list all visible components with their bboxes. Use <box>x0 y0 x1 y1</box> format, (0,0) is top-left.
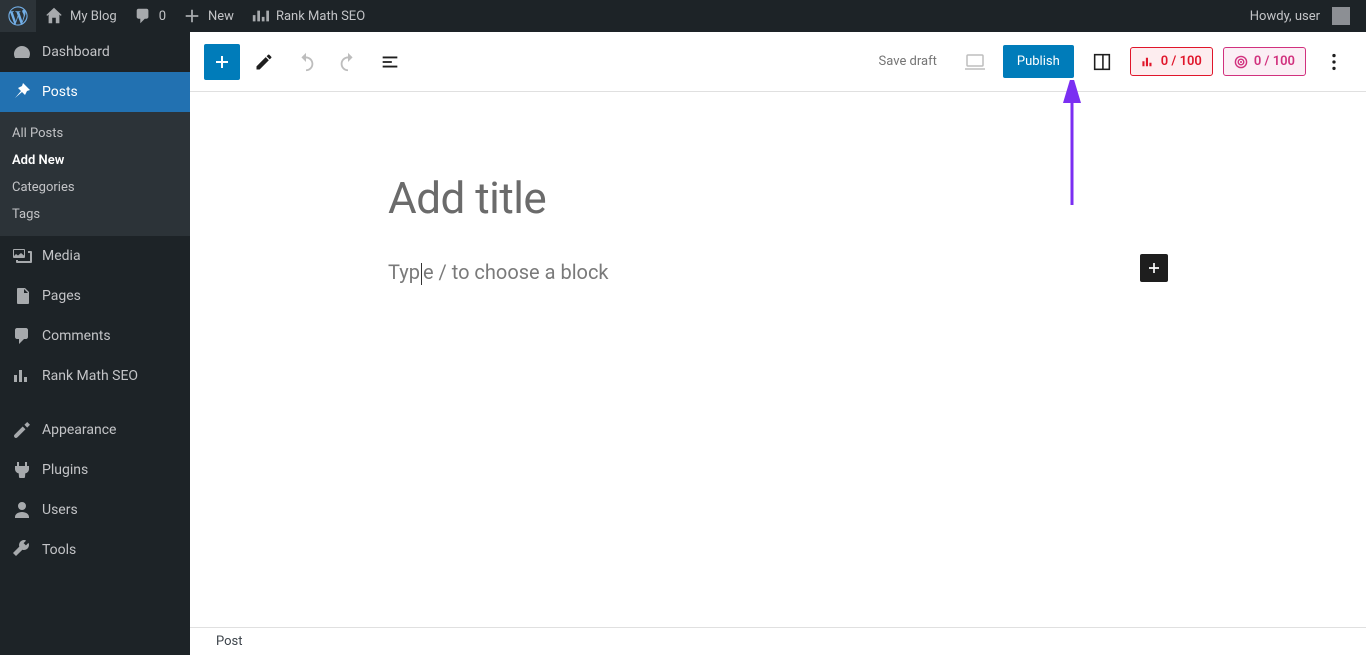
admin-bar: My Blog 0 New Rank Math SEO Howdy, user <box>0 0 1366 32</box>
chart-icon <box>250 6 270 26</box>
user-icon <box>12 500 32 520</box>
menu-tools[interactable]: Tools <box>0 530 190 570</box>
menu-appearance[interactable]: Appearance <box>0 410 190 450</box>
redo-button[interactable] <box>330 44 366 80</box>
ai-target-icon <box>1234 55 1248 69</box>
comments-icon <box>12 326 32 346</box>
content-ai-badge[interactable]: 0 / 100 <box>1223 47 1306 76</box>
sub-tags[interactable]: Tags <box>0 201 190 228</box>
seo-score-text: 0 / 100 <box>1161 54 1202 69</box>
plug-icon <box>12 460 32 480</box>
menu-appearance-label: Appearance <box>42 422 116 438</box>
sub-all-posts[interactable]: All Posts <box>0 120 190 147</box>
menu-comments-label: Comments <box>42 328 111 344</box>
post-title-input[interactable]: Add title <box>388 172 1168 224</box>
block-inserter-button[interactable] <box>204 44 240 80</box>
document-overview-button[interactable] <box>372 44 408 80</box>
brush-icon <box>12 420 32 440</box>
menu-plugins[interactable]: Plugins <box>0 450 190 490</box>
comments-count: 0 <box>159 9 166 24</box>
sub-categories[interactable]: Categories <box>0 174 190 201</box>
breadcrumb-text: Post <box>216 634 243 649</box>
avatar <box>1332 7 1350 25</box>
publish-button[interactable]: Publish <box>1003 45 1074 78</box>
menu-posts[interactable]: Posts <box>0 72 190 112</box>
rankmath-icon <box>12 366 32 386</box>
comments-link[interactable]: 0 <box>125 0 174 32</box>
body-text-suffix: e / to choose a block <box>423 260 609 284</box>
menu-tools-label: Tools <box>42 542 76 558</box>
sub-add-new[interactable]: Add New <box>0 147 190 174</box>
menu-plugins-label: Plugins <box>42 462 88 478</box>
block-placeholder[interactable]: Type / to choose a block <box>388 260 1168 285</box>
editor-canvas[interactable]: Add title Type / to choose a block <box>190 92 1366 655</box>
menu-media[interactable]: Media <box>0 236 190 276</box>
menu-posts-label: Posts <box>42 84 78 100</box>
menu-users[interactable]: Users <box>0 490 190 530</box>
seo-chart-icon <box>1141 55 1155 69</box>
menu-media-label: Media <box>42 248 81 264</box>
page-icon <box>12 286 32 306</box>
undo-button[interactable] <box>288 44 324 80</box>
site-name-text: My Blog <box>70 9 117 24</box>
plus-icon <box>182 6 202 26</box>
tools-toggle-button[interactable] <box>246 44 282 80</box>
howdy-text: Howdy, user <box>1250 9 1320 24</box>
site-name-link[interactable]: My Blog <box>36 0 125 32</box>
menu-pages-label: Pages <box>42 288 81 304</box>
new-content-link[interactable]: New <box>174 0 242 32</box>
body-text-prefix: Typ <box>388 260 420 284</box>
menu-dashboard-label: Dashboard <box>42 44 110 60</box>
rankmath-adminbar-label: Rank Math SEO <box>276 9 365 24</box>
admin-sidebar: Dashboard Posts All Posts Add New Catego… <box>0 32 190 655</box>
settings-sidebar-toggle[interactable] <box>1084 44 1120 80</box>
content-ai-score-text: 0 / 100 <box>1254 54 1295 69</box>
text-cursor <box>421 263 422 285</box>
comment-icon <box>133 6 153 26</box>
preview-button[interactable] <box>957 44 993 80</box>
posts-submenu: All Posts Add New Categories Tags <box>0 112 190 236</box>
media-icon <box>12 246 32 266</box>
rankmath-adminbar-link[interactable]: Rank Math SEO <box>242 0 373 32</box>
menu-rankmath[interactable]: Rank Math SEO <box>0 356 190 396</box>
my-account-link[interactable]: Howdy, user <box>1242 0 1358 32</box>
editor-main: Save draft Publish 0 / 100 0 / 100 Add t… <box>190 32 1366 655</box>
wrench-icon <box>12 540 32 560</box>
save-draft-button[interactable]: Save draft <box>869 48 947 75</box>
menu-pages[interactable]: Pages <box>0 276 190 316</box>
home-icon <box>44 6 64 26</box>
block-breadcrumb[interactable]: Post <box>190 627 1366 655</box>
wordpress-icon <box>8 6 28 26</box>
menu-rankmath-label: Rank Math SEO <box>42 368 138 384</box>
editor-header: Save draft Publish 0 / 100 0 / 100 <box>190 32 1366 92</box>
menu-comments[interactable]: Comments <box>0 316 190 356</box>
dashboard-icon <box>12 42 32 62</box>
add-block-button[interactable] <box>1140 254 1168 282</box>
pin-icon <box>12 82 32 102</box>
menu-users-label: Users <box>42 502 78 518</box>
wp-logo[interactable] <box>0 0 36 32</box>
new-label: New <box>208 9 234 24</box>
seo-score-badge[interactable]: 0 / 100 <box>1130 47 1213 76</box>
menu-dashboard[interactable]: Dashboard <box>0 32 190 72</box>
options-menu-button[interactable] <box>1316 44 1352 80</box>
